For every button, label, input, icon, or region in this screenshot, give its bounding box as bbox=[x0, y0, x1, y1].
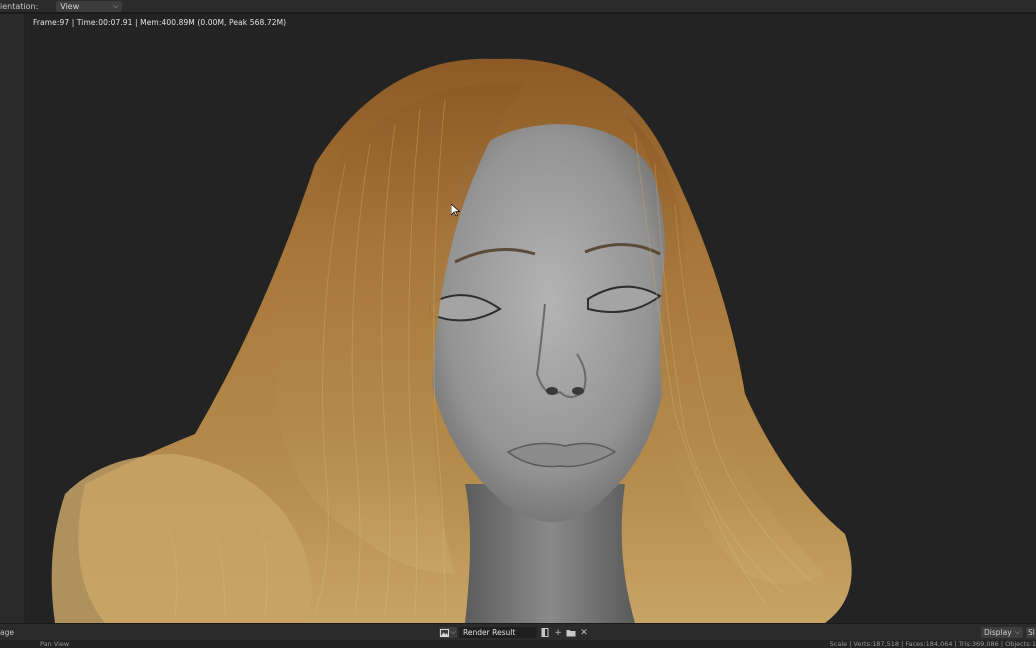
chevron-down-icon: ⌵ bbox=[112, 1, 119, 10]
render-viewport[interactable]: Frame:97 | Time:00:07.91 | Mem:400.89M (… bbox=[25, 14, 1036, 623]
display-dropdown[interactable]: Display ⌵ bbox=[981, 627, 1023, 638]
render-result-image bbox=[25, 14, 1036, 623]
image-editor-footer: age ⌵ Render Result + ✕ Display ⌵ Sl bbox=[0, 623, 1036, 640]
scene-statistics: Scale | Verts:187,518 | Faces:184,064 | … bbox=[829, 640, 1036, 648]
image-menu[interactable]: age bbox=[0, 628, 14, 637]
pin-icon[interactable] bbox=[539, 627, 551, 638]
image-type-selector[interactable]: ⌵ bbox=[439, 627, 457, 638]
toolbar-strip bbox=[0, 14, 25, 623]
orientation-select[interactable]: View ⌵ bbox=[56, 0, 123, 12]
status-bar: Pan View Scale | Verts:187,518 | Faces:1… bbox=[0, 640, 1036, 648]
chevron-down-icon: ⌵ bbox=[450, 628, 456, 636]
orientation-value: View bbox=[60, 1, 80, 11]
render-info-text: Frame:97 | Time:00:07.91 | Mem:400.89M (… bbox=[33, 18, 287, 27]
image-editor-header: ientation: View ⌵ bbox=[0, 0, 1036, 13]
mouse-cursor-icon bbox=[451, 204, 460, 217]
status-hint: Pan View bbox=[40, 640, 70, 648]
orientation-label: ientation: bbox=[0, 1, 39, 11]
image-type-icon bbox=[440, 628, 450, 637]
image-name-field[interactable]: Render Result bbox=[459, 627, 537, 638]
close-icon[interactable]: ✕ bbox=[578, 627, 590, 638]
display-label: Display bbox=[984, 628, 1012, 637]
chevron-down-icon: ⌵ bbox=[1014, 628, 1020, 636]
slot-dropdown[interactable]: Sl bbox=[1026, 627, 1036, 638]
new-image-icon[interactable]: + bbox=[552, 627, 564, 638]
open-image-icon[interactable] bbox=[565, 627, 577, 638]
